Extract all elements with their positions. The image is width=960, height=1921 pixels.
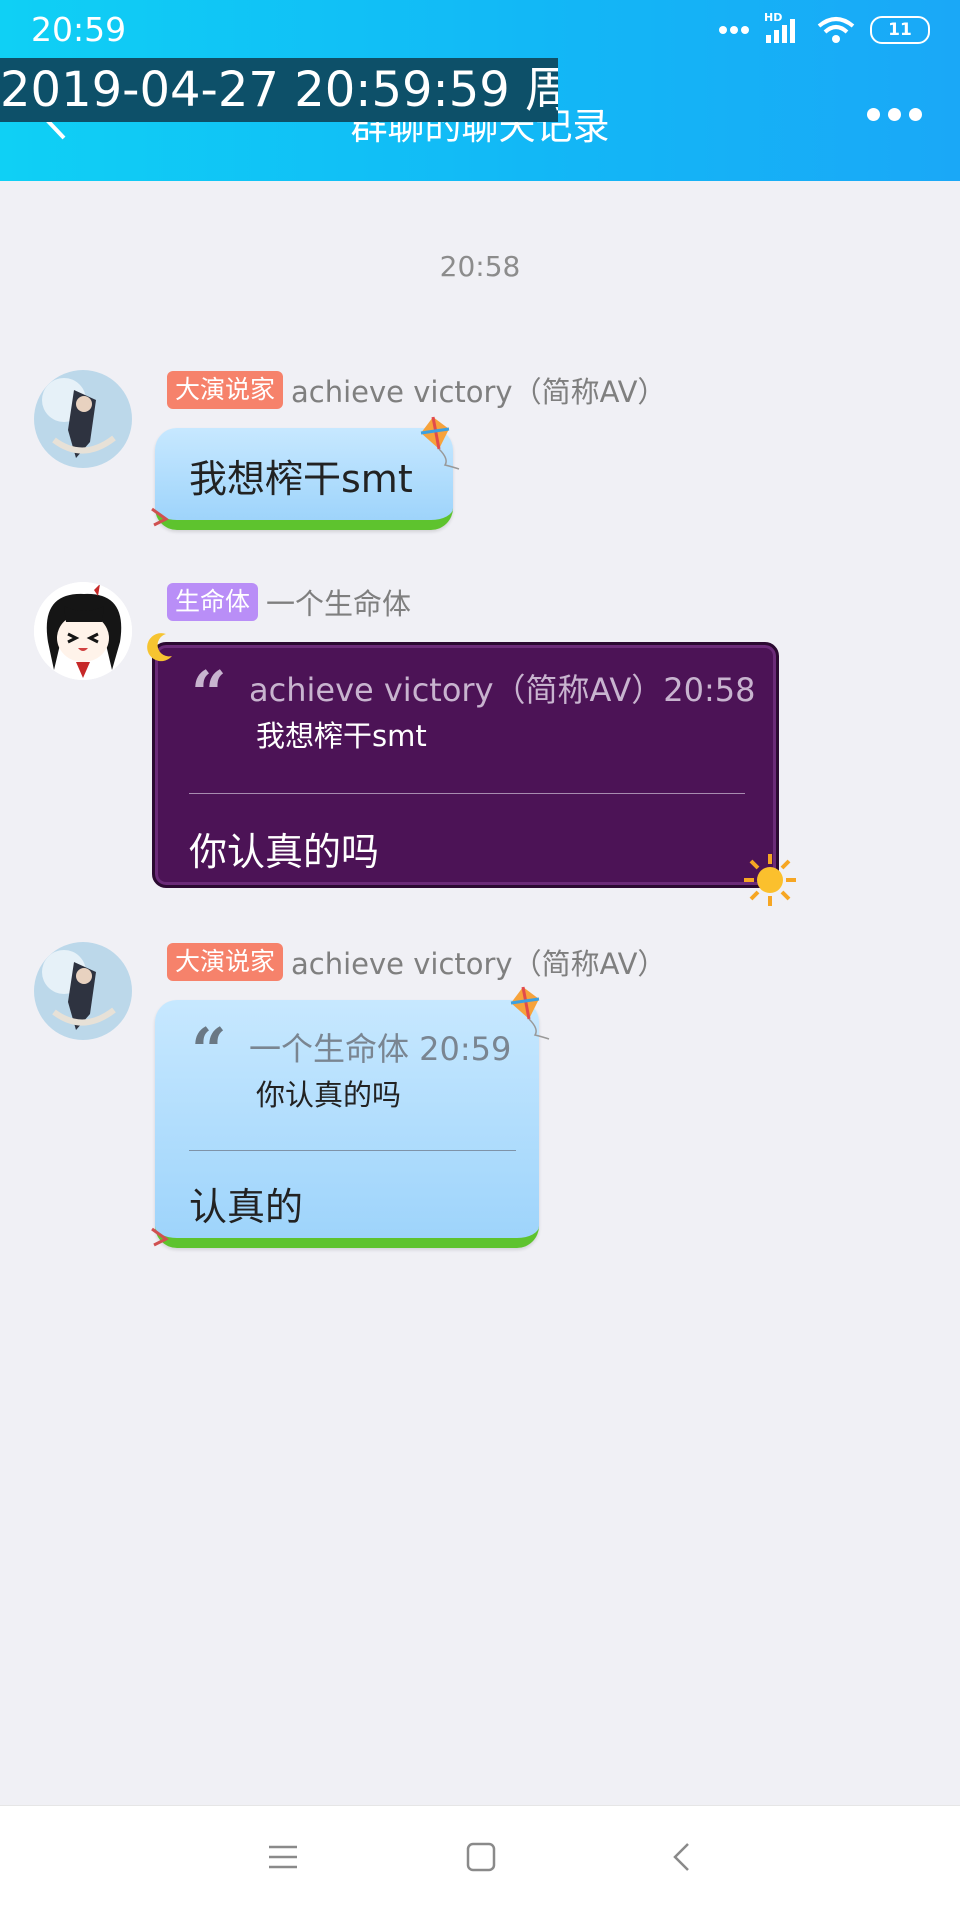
message-text: 认真的 — [189, 1185, 304, 1229]
screenshot-timestamp-overlay: 2019-04-27 20:59:59 周六 — [0, 58, 558, 122]
sun-icon — [744, 854, 796, 906]
quote-mark-icon: “ — [191, 1014, 227, 1087]
quote-header: 一个生命体 20:59 — [249, 1030, 512, 1068]
system-nav-bar — [0, 1805, 960, 1921]
title-badge: 大演说家 — [167, 371, 284, 409]
nav-back-icon[interactable] — [670, 1842, 694, 1872]
message-bubble[interactable]: 我想榨干smt — [155, 428, 453, 530]
avatar[interactable] — [34, 582, 132, 680]
quote-header: achieve victory（简称AV）20:58 — [249, 671, 756, 709]
message-text: 我想榨干smt — [189, 457, 413, 501]
title-badge: 生命体 — [167, 583, 259, 621]
status-icons: HD 11 — [718, 10, 930, 50]
avatar[interactable] — [34, 370, 132, 468]
quote-mark-icon: “ — [191, 657, 227, 730]
kite-icon — [510, 986, 550, 1040]
message-text: 你认真的吗 — [189, 830, 380, 874]
sender-line: 生命体 一个生命体 — [167, 583, 411, 621]
moon-icon — [147, 633, 172, 662]
quote-text: 你认真的吗 — [256, 1078, 402, 1112]
quote-text: 我想榨干smt — [256, 719, 427, 753]
more-icon[interactable] — [867, 108, 922, 128]
kite-tail-icon — [151, 507, 169, 527]
menu-icon[interactable] — [268, 1842, 298, 1872]
chat-timestamp: 20:58 — [439, 250, 521, 283]
sender-line: 大演说家 achieve victory（简称AV） — [167, 943, 666, 981]
message-bubble[interactable]: “ achieve victory（简称AV）20:58 我想榨干smt 你认真… — [152, 642, 779, 888]
quote-divider — [189, 793, 745, 794]
kite-tail-icon — [151, 1227, 169, 1247]
quote-divider — [189, 1150, 516, 1151]
sender-name[interactable]: achieve victory（简称AV） — [291, 941, 666, 983]
home-icon[interactable] — [466, 1842, 496, 1872]
signal-icon: HD — [764, 11, 802, 45]
avatar[interactable] — [34, 942, 132, 1040]
sender-name[interactable]: achieve victory（简称AV） — [291, 369, 666, 411]
battery-icon: 11 — [870, 16, 930, 44]
wifi-icon — [817, 17, 855, 43]
more-status-icon — [719, 26, 749, 34]
message-bubble[interactable]: “ 一个生命体 20:59 你认真的吗 认真的 — [155, 1000, 539, 1248]
status-time: 20:59 — [31, 10, 127, 49]
sender-name[interactable]: 一个生命体 — [266, 581, 411, 623]
sender-line: 大演说家 achieve victory（简称AV） — [167, 371, 666, 409]
app-header: 20:59 HD 11 群聊的聊天记录 2019-04-27 20:59:59 … — [0, 0, 960, 181]
kite-icon — [420, 416, 460, 470]
title-badge: 大演说家 — [167, 943, 284, 981]
